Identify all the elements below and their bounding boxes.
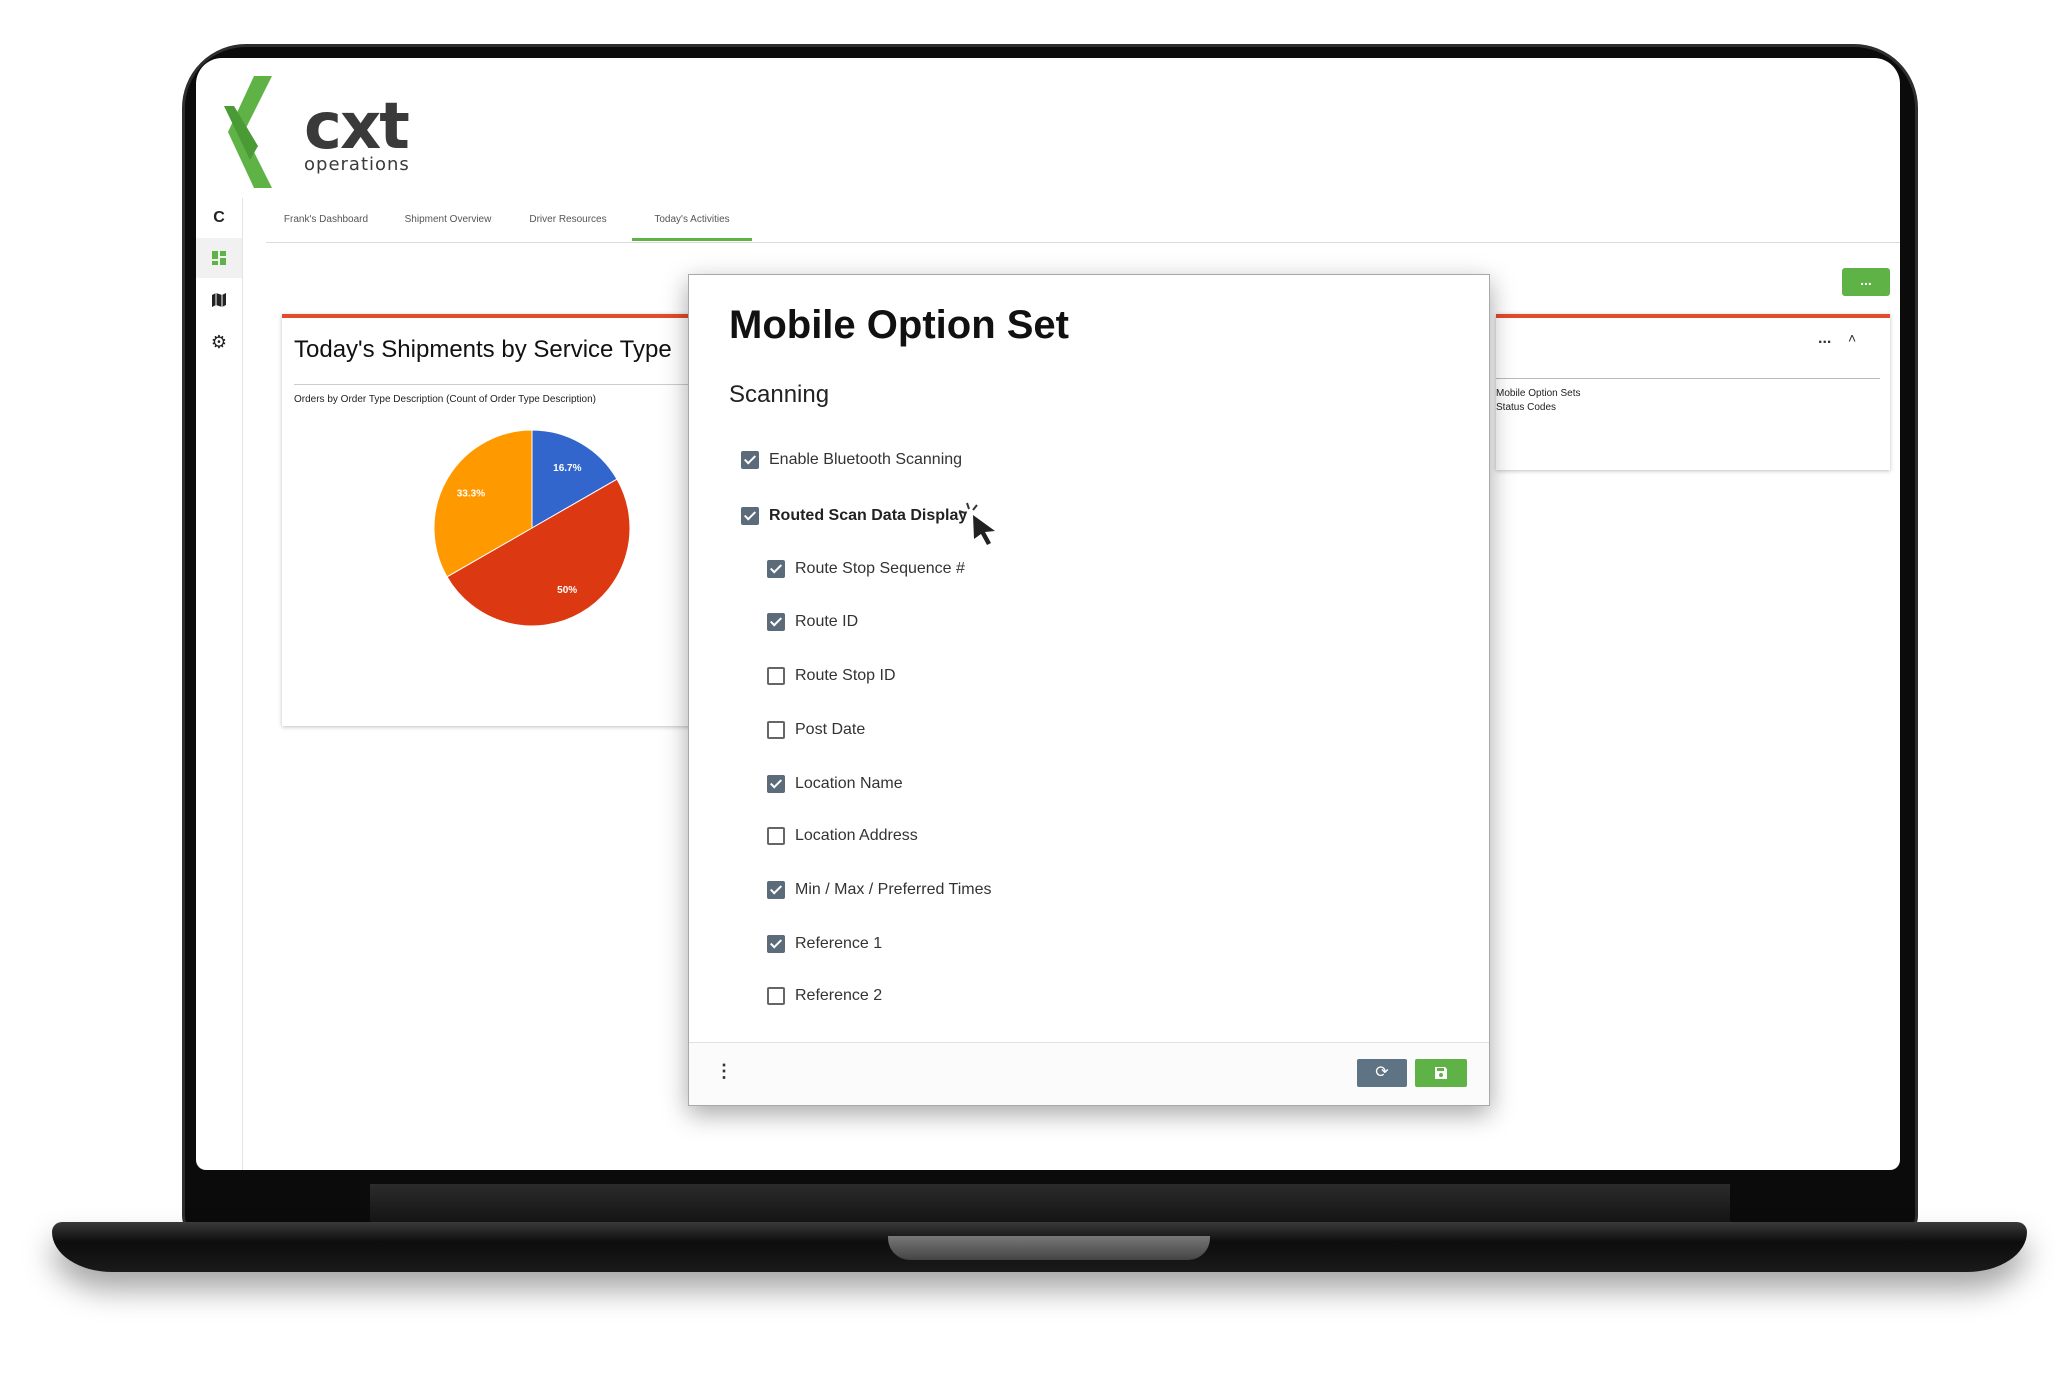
checkbox[interactable]	[767, 881, 785, 899]
more-options-button[interactable]: ...	[1842, 268, 1890, 296]
card-divider	[294, 384, 702, 385]
link-status-codes[interactable]: Status Codes	[1496, 402, 1556, 413]
shipments-chart-card: Today's Shipments by Service Type Orders…	[282, 314, 702, 726]
option-post-date[interactable]: Post Date	[767, 721, 865, 739]
cxt-logo: cxt operations	[224, 76, 410, 188]
checkbox[interactable]	[741, 507, 759, 525]
chevron-up-icon[interactable]: ˄	[1848, 330, 1856, 346]
checkbox[interactable]	[767, 721, 785, 739]
sidebar-item-settings[interactable]: ⚙	[196, 322, 242, 362]
option-label: Post Date	[795, 721, 866, 738]
option-route-stop-id[interactable]: Route Stop ID	[767, 667, 896, 685]
pie-chart: 16.7% 50% 33.3%	[433, 429, 631, 627]
option-location-name[interactable]: Location Name	[767, 775, 903, 793]
checkbox[interactable]	[767, 775, 785, 793]
option-label: Location Address	[795, 827, 918, 844]
c-letter-icon: C	[213, 209, 225, 226]
mouse-cursor-icon	[959, 502, 995, 545]
option-route-id[interactable]: Route ID	[767, 613, 858, 631]
logo-subtitle: operations	[304, 154, 410, 175]
logo-text: cxt	[304, 90, 410, 164]
option-routed-scan-data-display[interactable]: Routed Scan Data Display	[741, 507, 967, 525]
gear-icon: ⚙	[210, 331, 228, 352]
section-title: Scanning	[729, 381, 830, 408]
reset-button[interactable]: ⟳	[1357, 1059, 1407, 1087]
link-mobile-option-sets[interactable]: Mobile Option Sets	[1496, 388, 1581, 399]
checkbox[interactable]	[767, 613, 785, 631]
tab-franks-dashboard[interactable]: Frank's Dashboard	[266, 200, 386, 240]
checkbox[interactable]	[767, 667, 785, 685]
option-label: Enable Bluetooth Scanning	[769, 451, 963, 468]
kebab-icon[interactable]: ⋮	[715, 1061, 733, 1082]
card-title: Today's Shipments by Service Type	[294, 336, 672, 363]
map-icon	[212, 293, 226, 307]
option-enable-bluetooth-scanning[interactable]: Enable Bluetooth Scanning	[741, 451, 962, 469]
option-location-address[interactable]: Location Address	[767, 827, 918, 845]
sidebar-item-collapse[interactable]: C	[196, 198, 242, 238]
dialog-footer: ⋮ ⟳	[689, 1042, 1489, 1105]
x-logo-icon	[224, 76, 272, 188]
option-label: Reference 2	[795, 987, 883, 1004]
tab-todays-activities[interactable]: Today's Activities	[632, 200, 752, 241]
option-label: Route Stop ID	[795, 667, 896, 684]
save-icon	[1435, 1066, 1447, 1079]
card-divider	[1496, 378, 1880, 379]
laptop-mockup: cxt operations C ⚙ Frank's Dashboard Shi…	[0, 0, 2072, 1376]
pie-slice-label: 16.7%	[553, 463, 581, 474]
option-label: Route Stop Sequence #	[795, 560, 965, 577]
option-sets-card: ... ˄ Mobile Option Sets Status Codes	[1496, 314, 1890, 470]
option-label: Min / Max / Preferred Times	[795, 881, 992, 898]
option-route-stop-sequence[interactable]: Route Stop Sequence #	[767, 560, 965, 578]
sidebar: C ⚙	[196, 198, 243, 1170]
sidebar-item-map[interactable]	[196, 280, 242, 320]
option-reference-2[interactable]: Reference 2	[767, 987, 882, 1005]
dashboard-icon	[212, 251, 226, 265]
checkbox[interactable]	[767, 987, 785, 1005]
checkbox[interactable]	[741, 451, 759, 469]
chart-subtitle: Orders by Order Type Description (Count …	[294, 394, 596, 405]
option-label: Reference 1	[795, 935, 883, 952]
dashboard-tabs: Frank's Dashboard Shipment Overview Driv…	[266, 200, 1900, 243]
option-label: Route ID	[795, 613, 859, 630]
tab-driver-resources[interactable]: Driver Resources	[510, 200, 626, 240]
pie-slice-label: 50%	[557, 585, 577, 596]
sidebar-item-dashboard[interactable]	[196, 238, 242, 278]
option-reference-1[interactable]: Reference 1	[767, 935, 882, 953]
reset-icon: ⟳	[1375, 1064, 1389, 1081]
checkbox[interactable]	[767, 827, 785, 845]
mobile-option-set-dialog: Mobile Option Set Scanning Enable Blueto…	[688, 274, 1490, 1106]
tab-shipment-overview[interactable]: Shipment Overview	[386, 200, 510, 240]
option-label: Location Name	[795, 775, 903, 792]
checkbox[interactable]	[767, 935, 785, 953]
save-button[interactable]	[1415, 1059, 1467, 1087]
card-more-button[interactable]: ...	[1818, 330, 1831, 348]
dialog-title: Mobile Option Set	[729, 303, 1069, 347]
option-label: Routed Scan Data Display	[769, 507, 968, 524]
laptop-notch	[888, 1236, 1210, 1260]
pie-slice-label: 33.3%	[457, 489, 485, 500]
checkbox[interactable]	[767, 560, 785, 578]
app-screen: cxt operations C ⚙ Frank's Dashboard Shi…	[196, 58, 1900, 1170]
option-min-max-preferred-times[interactable]: Min / Max / Preferred Times	[767, 881, 992, 899]
